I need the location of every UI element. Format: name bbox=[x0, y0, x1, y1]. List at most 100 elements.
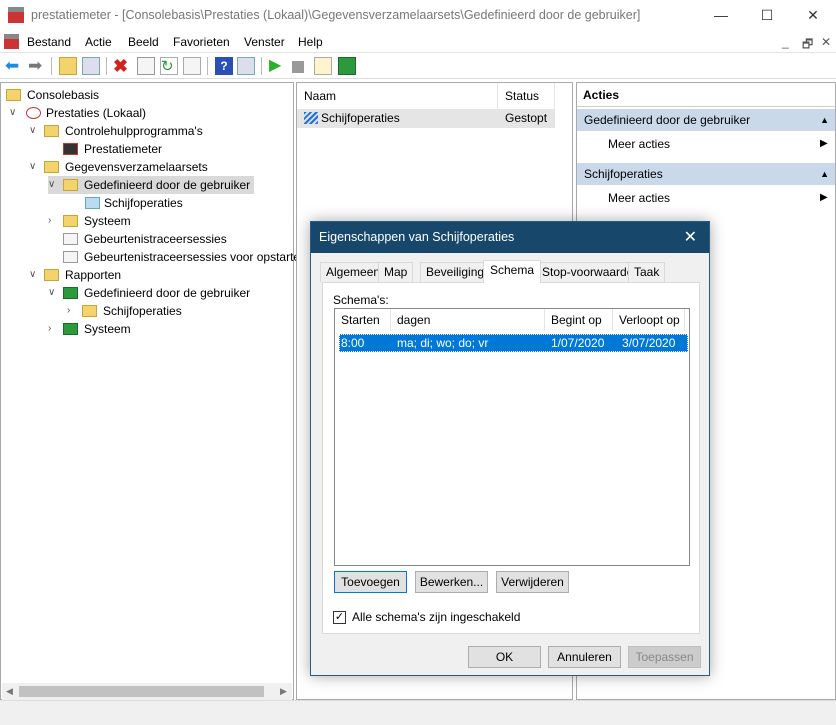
show-hide-tree-icon[interactable] bbox=[82, 57, 100, 75]
action-section-label: Gedefinieerd door de gebruiker bbox=[584, 113, 751, 127]
chevron-right-icon[interactable]: › bbox=[48, 320, 51, 338]
close-button[interactable]: ✕ bbox=[790, 0, 836, 31]
meer-acties-2[interactable]: Meer acties bbox=[608, 188, 670, 208]
actions-title: Acties bbox=[577, 83, 835, 107]
menu-beeld[interactable]: Beeld bbox=[128, 35, 159, 49]
tab-schema[interactable]: Schema bbox=[483, 260, 542, 283]
ok-button[interactable]: OK bbox=[468, 646, 541, 668]
chevron-right-icon[interactable]: › bbox=[67, 302, 70, 320]
new-icon[interactable] bbox=[314, 57, 332, 75]
collapse-icon[interactable]: ▲ bbox=[820, 109, 829, 131]
column-header-dagen[interactable]: dagen bbox=[391, 309, 545, 331]
up-folder-icon[interactable] bbox=[59, 57, 77, 75]
status-bar bbox=[0, 700, 836, 725]
tree-item-gebeurtenistraceersessies[interactable]: Gebeurtenistraceersessies bbox=[63, 230, 227, 248]
chevron-down-icon[interactable]: ∨ bbox=[29, 266, 36, 284]
horizontal-scrollbar[interactable]: ◀ ▶ bbox=[2, 683, 292, 700]
chevron-right-icon: ▶ bbox=[820, 192, 828, 203]
menu-venster[interactable]: Venster bbox=[244, 35, 285, 49]
menu-favorieten[interactable]: Favorieten bbox=[173, 35, 230, 49]
mdi-minimize-button[interactable]: _ bbox=[782, 35, 789, 49]
dialog-close-button[interactable]: ✕ bbox=[684, 222, 697, 253]
minimize-button[interactable]: — bbox=[698, 0, 744, 31]
column-header-verloopt-op[interactable]: Verloopt op bbox=[613, 309, 685, 331]
chevron-down-icon[interactable]: ∨ bbox=[9, 104, 16, 122]
dialog-title-bar: Eigenschappen van Schijfoperaties ✕ bbox=[311, 222, 709, 253]
chevron-down-icon[interactable]: ∨ bbox=[29, 122, 36, 140]
properties-dialog: Eigenschappen van Schijfoperaties ✕ Algem… bbox=[310, 221, 710, 676]
menu-actie[interactable]: Actie bbox=[85, 35, 112, 49]
scroll-right-arrow-icon[interactable]: ▶ bbox=[280, 686, 287, 697]
menu-help[interactable]: Help bbox=[298, 35, 323, 49]
column-header-naam[interactable]: Naam bbox=[297, 83, 498, 109]
column-header-starten[interactable]: Starten bbox=[335, 309, 391, 331]
delete-icon[interactable]: ✖ bbox=[113, 57, 131, 75]
tab-beveiliging[interactable]: Beveiliging bbox=[420, 262, 491, 282]
performance-icon bbox=[26, 107, 41, 119]
show-action-pane-icon[interactable] bbox=[237, 57, 255, 75]
tab-taak[interactable]: Taak bbox=[628, 262, 666, 282]
cancel-button[interactable]: Annuleren bbox=[548, 646, 621, 668]
cell-verloopt-op: 3/07/2020 bbox=[622, 336, 676, 350]
tab-stop-voorwaarde[interactable]: Stop-voorwaarde bbox=[536, 262, 640, 282]
enable-all-checkbox[interactable]: ✓ bbox=[333, 611, 346, 624]
forward-arrow-icon[interactable]: ➡ bbox=[28, 57, 46, 75]
tree-item-rapporten[interactable]: ∨ Rapporten bbox=[29, 266, 121, 284]
scrollbar-thumb[interactable] bbox=[19, 686, 264, 697]
properties-icon[interactable] bbox=[137, 57, 155, 75]
list-item-status: Gestopt bbox=[505, 111, 548, 125]
export-list-icon[interactable] bbox=[183, 57, 201, 75]
refresh-icon[interactable]: ↻ bbox=[160, 57, 178, 75]
tab-map[interactable]: Map bbox=[378, 262, 414, 282]
data-collector-icon bbox=[304, 112, 318, 124]
tree-item-rapport-schijfoperaties[interactable]: › Schijfoperaties bbox=[67, 302, 182, 320]
tree-item-schijfoperaties[interactable]: Schijfoperaties bbox=[85, 194, 183, 212]
mdi-close-button[interactable]: ✕ bbox=[821, 35, 831, 49]
report-icon[interactable] bbox=[338, 57, 356, 75]
tree-item-gedefinieerd-door-gebruiker[interactable]: ∨ Gedefinieerd door de gebruiker bbox=[48, 176, 255, 194]
tree-item-gegevensverzamelaarsets[interactable]: ∨ Gegevensverzamelaarsets bbox=[29, 158, 208, 176]
tree-item-prestaties[interactable]: ∨ Prestaties (Lokaal) bbox=[9, 104, 146, 122]
folder-icon bbox=[6, 89, 21, 101]
schedules-label: Schema's: bbox=[333, 293, 389, 307]
tree-item-consolebasis[interactable]: Consolebasis bbox=[6, 86, 99, 104]
tree-item-controlehulpprogrammas[interactable]: ∨ Controlehulpprogramma's bbox=[29, 122, 203, 140]
collapse-icon[interactable]: ▲ bbox=[820, 163, 829, 185]
enable-all-label: Alle schema's zijn ingeschakeld bbox=[352, 610, 521, 624]
tree-item-prestatiemeter[interactable]: Prestatiemeter bbox=[63, 140, 162, 158]
chevron-down-icon[interactable]: ∨ bbox=[29, 158, 36, 176]
chevron-right-icon: ▶ bbox=[820, 138, 828, 149]
chevron-right-icon[interactable]: › bbox=[48, 212, 51, 230]
action-section-schijfoperaties[interactable]: Schijfoperaties ▲ bbox=[577, 163, 835, 185]
chevron-down-icon[interactable]: ∨ bbox=[48, 176, 55, 194]
list-item[interactable]: Schijfoperaties Gestopt bbox=[297, 109, 555, 128]
action-section-gedefinieerd[interactable]: Gedefinieerd door de gebruiker ▲ bbox=[577, 109, 835, 131]
stop-icon[interactable] bbox=[292, 61, 304, 73]
folder-icon bbox=[82, 305, 97, 317]
tree-item-rapport-gedefinieerd[interactable]: ∨ Gedefinieerd door de gebruiker bbox=[48, 284, 250, 302]
tree-item-gebeurtenistraceersessies-opstarten[interactable]: Gebeurtenistraceersessies voor opstarten bbox=[63, 248, 307, 266]
scroll-left-arrow-icon[interactable]: ◀ bbox=[6, 686, 13, 697]
tree-item-systeem[interactable]: › Systeem bbox=[48, 212, 131, 230]
meer-acties-1[interactable]: Meer acties bbox=[608, 134, 670, 154]
start-icon[interactable]: ▶ bbox=[269, 57, 287, 75]
report-icon bbox=[63, 287, 78, 299]
edit-button[interactable]: Bewerken... bbox=[415, 571, 488, 593]
tab-algemeen[interactable]: Algemeen bbox=[320, 262, 387, 282]
add-button[interactable]: Toevoegen bbox=[334, 571, 407, 593]
trace-icon bbox=[63, 251, 78, 263]
trace-icon bbox=[63, 233, 78, 245]
folder-icon bbox=[44, 161, 59, 173]
maximize-button[interactable]: ☐ bbox=[744, 0, 790, 31]
schedules-list[interactable]: Starten dagen Begint op Verloopt op 8:00… bbox=[334, 308, 690, 566]
back-arrow-icon[interactable]: ⬅ bbox=[5, 57, 23, 75]
help-icon[interactable]: ? bbox=[215, 57, 233, 75]
menu-bestand[interactable]: Bestand bbox=[27, 35, 71, 49]
chevron-down-icon[interactable]: ∨ bbox=[48, 284, 55, 302]
user-folder-icon bbox=[63, 179, 78, 191]
tree-item-rapport-systeem[interactable]: › Systeem bbox=[48, 320, 131, 338]
column-header-status[interactable]: Status bbox=[498, 83, 555, 109]
remove-button[interactable]: Verwijderen bbox=[496, 571, 569, 593]
column-header-begint-op[interactable]: Begint op bbox=[545, 309, 613, 331]
apply-button[interactable]: Toepassen bbox=[628, 646, 701, 668]
